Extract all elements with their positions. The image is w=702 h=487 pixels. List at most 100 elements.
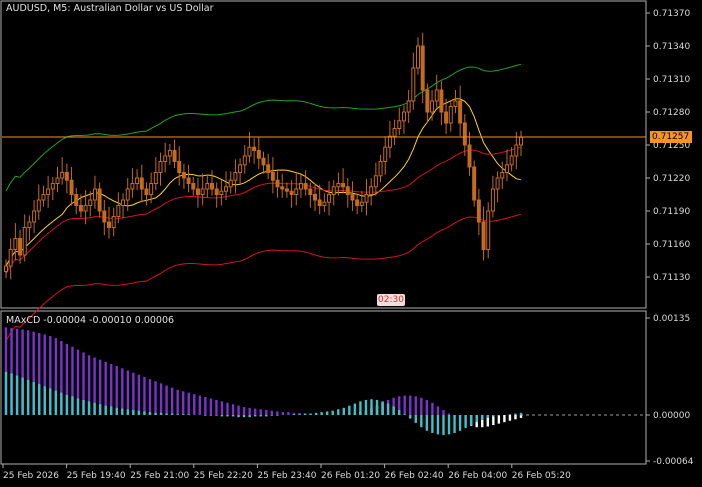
candle-body: [425, 89, 430, 113]
signal-bar: [209, 415, 213, 416]
signal-bar: [43, 386, 46, 415]
macd-bar: [165, 385, 168, 415]
signal-bar: [215, 415, 218, 416]
candle-body: [74, 194, 79, 206]
signal-bar: [414, 415, 417, 423]
macd-bar: [492, 415, 495, 426]
chart-frame[interactable]: 0.713700.713400.713100.712800.712500.712…: [0, 0, 702, 487]
chart-title: AUDUSD, M5: Australian Dollar vs US Doll…: [6, 3, 214, 14]
signal-bar: [87, 401, 91, 415]
candle-body: [406, 100, 411, 113]
candle-body: [177, 161, 182, 173]
candle-body: [411, 67, 416, 102]
signal-bar: [514, 413, 517, 415]
candle-body: [92, 188, 97, 201]
signal-bar: [425, 415, 429, 431]
candle-body: [121, 199, 126, 206]
signal-bar: [231, 415, 235, 417]
candle-body: [448, 106, 453, 124]
signal-bar: [137, 410, 141, 415]
time-tick-label: 25 Feb 21:00: [130, 471, 189, 481]
signal-bar: [143, 411, 146, 415]
signal-bar: [320, 412, 323, 415]
candle-body: [476, 199, 481, 223]
candle-body: [387, 135, 392, 148]
price-tick-label: 0.71220: [653, 174, 690, 184]
candle-body: [275, 179, 280, 188]
signal-bar: [65, 394, 69, 415]
time-tick-label: 26 Feb 01:20: [321, 471, 380, 481]
candle-body: [238, 164, 243, 174]
candle-body: [392, 128, 397, 137]
candle-body: [111, 216, 116, 228]
candle-body: [341, 183, 346, 188]
macd-bar: [503, 415, 506, 423]
candle-body: [373, 175, 378, 188]
candle-body: [383, 146, 388, 162]
signal-bar: [237, 415, 240, 418]
signal-bar: [475, 415, 478, 423]
signal-bar: [165, 413, 168, 415]
signal-bar: [464, 415, 467, 428]
macd-bar: [137, 374, 141, 415]
signal-bar: [469, 415, 473, 426]
signal-bar: [60, 392, 63, 415]
signal-bar: [49, 388, 52, 415]
macd-bar: [431, 402, 434, 415]
macd-bar: [242, 407, 246, 415]
candle-body: [430, 100, 435, 113]
macd-bar: [121, 368, 124, 415]
macd-bar: [143, 376, 146, 415]
candle-body: [317, 199, 322, 206]
signal-bar: [248, 415, 251, 418]
macd-bar: [198, 395, 202, 415]
candle-body: [504, 164, 509, 174]
signal-bar: [38, 384, 41, 415]
candle-body: [252, 146, 257, 151]
candle-body: [205, 183, 210, 190]
price-tick-label: 0.71310: [653, 75, 690, 85]
candle-body: [298, 183, 303, 190]
candle-body: [186, 177, 191, 184]
macd-bar: [115, 366, 118, 415]
candle-body: [107, 221, 111, 228]
signal-bar: [176, 414, 179, 415]
candle-body: [519, 136, 523, 146]
moving-average-lines: [5, 63, 522, 342]
candle-body: [50, 183, 55, 190]
price-tick-label: 0.71370: [653, 9, 690, 19]
signal-bar: [447, 415, 451, 435]
macd-bar: [209, 398, 213, 415]
candle-body: [139, 177, 144, 190]
candlestick-series[interactable]: [4, 32, 523, 280]
macd-bar: [514, 415, 517, 420]
candle-body: [13, 238, 18, 250]
candle-body: [355, 199, 360, 206]
candle-body: [167, 150, 172, 157]
candle-body: [322, 201, 327, 206]
macd-bar: [414, 396, 417, 415]
signal-bar: [342, 407, 345, 415]
candle-body: [172, 150, 177, 162]
macd-bar: [248, 407, 251, 415]
macd-bar: [270, 410, 274, 415]
candle-body: [294, 188, 299, 195]
candle-body: [88, 199, 93, 206]
candle-body: [191, 183, 196, 190]
signal-bar: [204, 415, 207, 416]
candle-body: [359, 201, 364, 206]
indicator-tick-label: 0.00000: [653, 411, 690, 421]
signal-bar: [409, 415, 412, 419]
price-tick-label: 0.71190: [653, 207, 690, 217]
candle-body: [224, 186, 229, 192]
candle-body: [163, 155, 168, 162]
indicator-tick-label: 0.00135: [653, 314, 690, 324]
signal-bar: [337, 409, 340, 415]
candle-body: [336, 183, 341, 188]
signal-bar: [32, 381, 35, 415]
candle-body: [308, 188, 313, 195]
macd-bar: [220, 401, 224, 415]
candle-body: [214, 188, 219, 195]
time-tick-label: 26 Feb 05:20: [512, 471, 571, 481]
time-tick-label: 25 Feb 2026: [3, 471, 59, 481]
